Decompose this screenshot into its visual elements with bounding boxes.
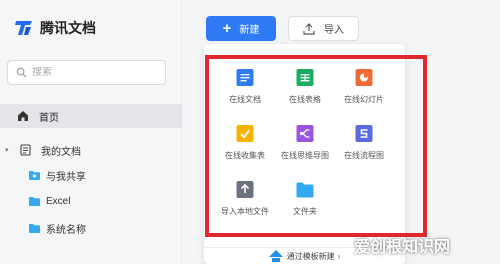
sidebar-item-system-name[interactable]: 系统名称	[0, 218, 182, 238]
online-flowchart-icon	[355, 125, 373, 142]
sidebar-item-label: 首页	[39, 112, 59, 124]
sidebar-item-label: Excel	[46, 195, 71, 207]
template-label: 通过模板新建	[286, 251, 335, 261]
import-button[interactable]: 导入	[288, 16, 359, 41]
online-slides-icon	[355, 69, 373, 86]
sidebar-item-excel[interactable]: Excel	[0, 191, 182, 211]
sidebar-item-my-docs[interactable]: ▾ 我的文档	[0, 140, 182, 160]
shared-folder-icon	[29, 170, 40, 180]
new-button[interactable]: + 新建	[206, 16, 276, 41]
sidebar-item-label: 系统名称	[46, 224, 86, 236]
online-form-icon	[236, 125, 254, 142]
online-doc-icon	[236, 69, 254, 86]
chevron-right-icon: ›	[337, 251, 341, 261]
menu-item-online-flowchart[interactable]: 在线流程图	[333, 125, 395, 165]
brand[interactable]: 腾讯文档	[14, 18, 96, 38]
new-button-label: 新建	[239, 25, 260, 36]
sidebar-item-shared[interactable]: 与我共享	[0, 165, 182, 185]
folder-icon	[296, 181, 314, 198]
online-sheet-icon	[296, 69, 314, 86]
menu-item-online-form[interactable]: 在线收集表	[214, 125, 276, 165]
menu-item-import-local-file[interactable]: 导入本地文件	[214, 181, 276, 221]
menu-item-folder[interactable]: 文件夹	[274, 181, 336, 221]
upload-icon	[303, 22, 315, 35]
menu-item-label: 在线流程图	[344, 151, 384, 160]
import-local-file-icon	[236, 181, 254, 198]
tencent-docs-logo-icon	[14, 18, 34, 38]
menu-item-online-slides[interactable]: 在线幻灯片	[333, 69, 395, 109]
watermark: 爱创根知识网	[354, 230, 450, 260]
folder-icon	[29, 223, 40, 233]
plus-icon: +	[222, 20, 232, 37]
template-icon	[268, 250, 283, 262]
search-icon	[16, 67, 27, 78]
brand-name: 腾讯文档	[40, 20, 96, 36]
sidebar-item-label: 与我共享	[46, 171, 86, 183]
sidebar-item-label: 我的文档	[41, 146, 81, 158]
expand-caret-icon[interactable]: ▾	[5, 146, 15, 154]
sidebar: 腾讯文档 首页 ▾ 我的文档 与我共享	[0, 0, 182, 264]
home-icon	[18, 111, 28, 121]
import-button-label: 导入	[324, 25, 344, 36]
menu-item-online-doc[interactable]: 在线文档	[214, 69, 276, 109]
online-mindmap-icon	[296, 125, 314, 142]
search-input[interactable]	[32, 67, 162, 78]
search-box[interactable]	[7, 60, 166, 85]
watermark-text: 爱创根知识网	[354, 239, 451, 256]
menu-item-label: 在线幻灯片	[344, 95, 384, 104]
document-icon	[20, 144, 31, 156]
menu-item-label: 文件夹	[293, 207, 317, 216]
sidebar-item-home[interactable]: 首页	[0, 104, 182, 128]
folder-icon	[29, 196, 40, 206]
